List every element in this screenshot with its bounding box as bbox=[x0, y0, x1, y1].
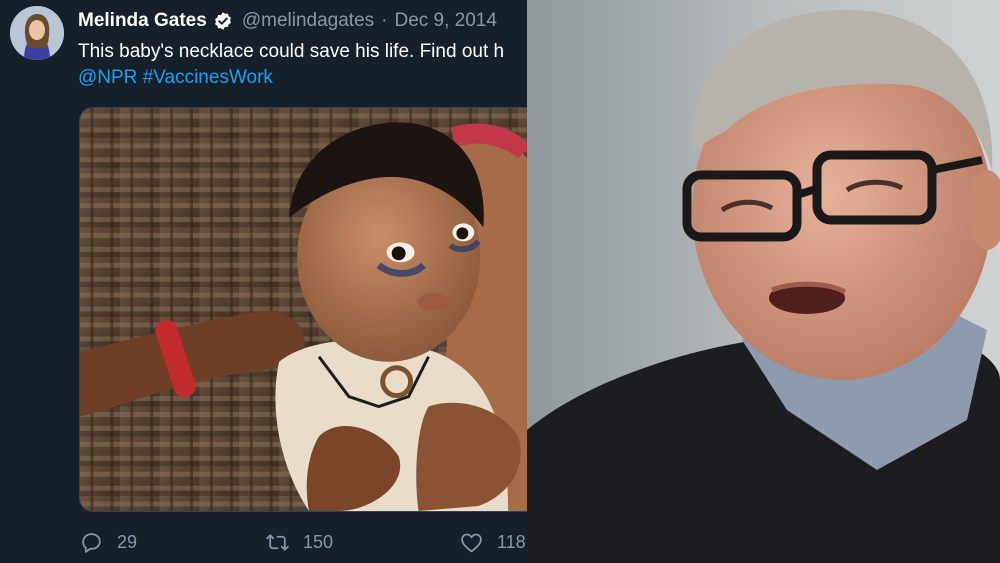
like-count: 118 bbox=[497, 531, 526, 552]
author-name[interactable]: Melinda Gates bbox=[78, 10, 207, 32]
like-icon bbox=[461, 533, 482, 552]
tweet-photo[interactable] bbox=[79, 107, 527, 512]
retweet-button[interactable]: 150 bbox=[265, 530, 459, 555]
tweet-date[interactable]: Dec 9, 2014 bbox=[394, 10, 496, 32]
author-handle[interactable]: @melindagates bbox=[242, 10, 374, 32]
like-button[interactable]: 118 bbox=[459, 530, 526, 555]
tweet-body: This baby's necklace could save his life… bbox=[78, 41, 505, 62]
reply-icon bbox=[82, 532, 101, 553]
video-frame bbox=[527, 0, 1000, 563]
reply-button[interactable]: 29 bbox=[79, 530, 265, 555]
separator-dot: · bbox=[381, 10, 388, 31]
retweet-icon bbox=[266, 533, 289, 551]
verified-badge-icon bbox=[213, 11, 233, 31]
tweet-links: @NPR #VaccinesWork bbox=[78, 65, 273, 91]
tweet-header: Melinda Gates @melindagates · Dec 9, 201… bbox=[78, 8, 497, 34]
tweet-actions: 29 150 118 bbox=[79, 526, 527, 558]
reply-count: 29 bbox=[117, 531, 138, 552]
tweet-card: Melinda Gates @melindagates · Dec 9, 201… bbox=[0, 0, 527, 563]
hashtag-link[interactable]: #VaccinesWork bbox=[143, 67, 273, 88]
author-avatar[interactable] bbox=[10, 6, 64, 60]
retweet-count: 150 bbox=[303, 531, 334, 552]
mention-link[interactable]: @NPR bbox=[78, 67, 137, 88]
